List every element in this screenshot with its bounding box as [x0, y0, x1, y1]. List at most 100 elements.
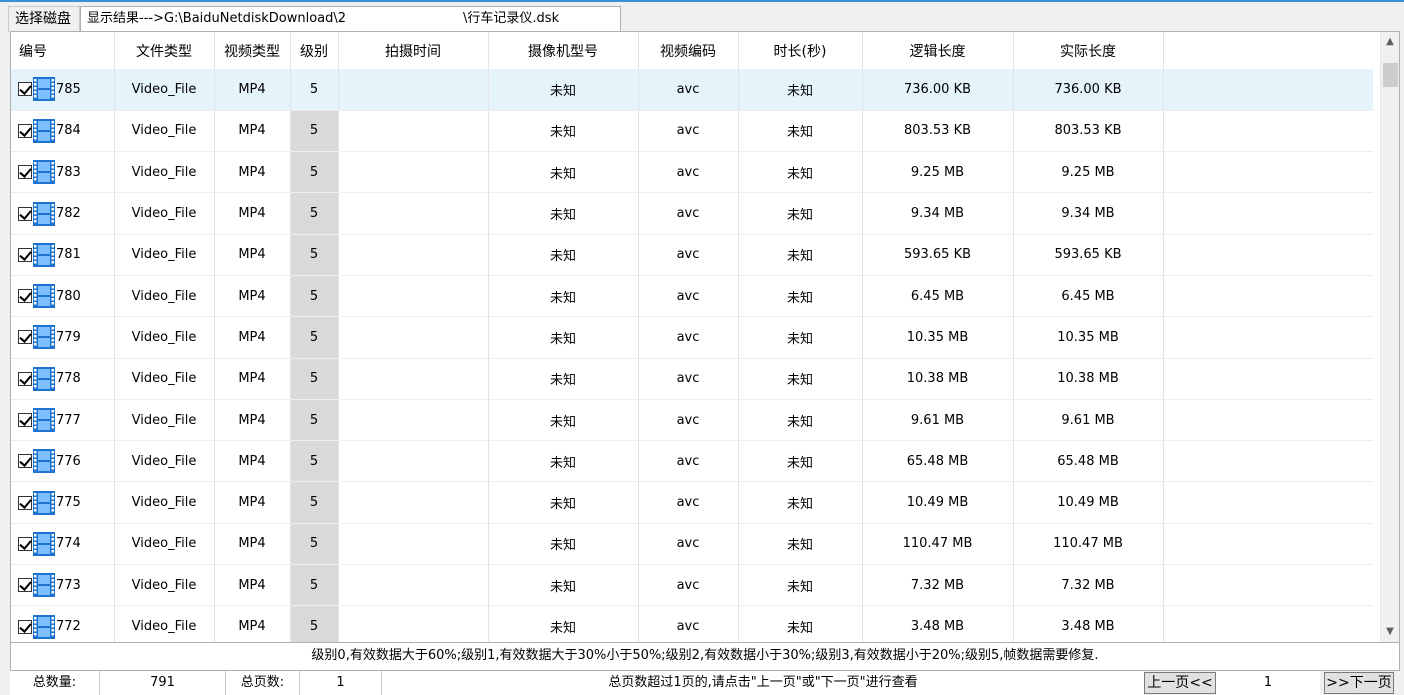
cell-duration: 未知 [738, 481, 863, 524]
checked-checkbox-icon[interactable] [18, 413, 32, 428]
column-header-codec[interactable]: 视频编码 [638, 32, 739, 69]
cell-actual-size: 9.61 MB [1013, 399, 1164, 442]
cell-codec: avc [638, 358, 739, 400]
cell-id[interactable]: 780 [11, 275, 115, 318]
vertical-scrollbar[interactable]: ▲ ▼ [1380, 32, 1399, 642]
table-row[interactable]: 774 Video_File MP4 5 未知 avc 未知 110.47 MB 110.47 … [11, 523, 1373, 566]
cell-shoot-time [338, 440, 489, 483]
table-row[interactable]: 775 Video_File MP4 5 未知 avc 未知 10.49 MB 10.49 MB [11, 481, 1373, 524]
table-row[interactable]: 776 Video_File MP4 5 未知 avc 未知 65.48 MB 65.48 MB [11, 440, 1373, 483]
cell-shoot-time [338, 523, 489, 566]
total-pages-value: 1 [300, 671, 382, 695]
paging-hint: 总页数超过1页的,请点击"上一页"或"下一页"进行查看 [382, 671, 1144, 695]
column-header-id[interactable]: 编号 [11, 32, 115, 69]
cell-shoot-time [338, 110, 489, 153]
cell-shoot-time [338, 358, 489, 400]
column-header-level[interactable]: 级别 [290, 32, 339, 69]
cell-duration: 未知 [738, 358, 863, 400]
cell-id[interactable]: 784 [11, 110, 115, 153]
level-legend: 级别0,有效数据大于60%;级别1,有效数据大于30%小于50%;级别2,有效数… [10, 643, 1400, 671]
cell-video-type: MP4 [214, 192, 291, 235]
column-header-shoot-time[interactable]: 拍摄时间 [338, 32, 489, 69]
column-header-video-type[interactable]: 视频类型 [214, 32, 291, 69]
checked-checkbox-icon[interactable] [18, 206, 32, 221]
cell-level: 5 [290, 358, 339, 400]
cell-id[interactable]: 785 [11, 69, 115, 111]
cell-filler [1163, 110, 1373, 153]
cell-id[interactable]: 782 [11, 192, 115, 235]
checked-checkbox-icon[interactable] [18, 123, 32, 138]
table-row[interactable]: 772 Video_File MP4 5 未知 avc 未知 3.48 MB 3.48 MB [11, 605, 1373, 642]
table-row[interactable]: 780 Video_File MP4 5 未知 avc 未知 6.45 MB 6.45 MB [11, 275, 1373, 318]
film-strip-icon [33, 77, 55, 102]
cell-file-type: Video_File [114, 234, 215, 276]
cell-file-type: Video_File [114, 523, 215, 566]
cell-codec: avc [638, 399, 739, 442]
cell-id[interactable]: 779 [11, 316, 115, 359]
column-header-camera-model[interactable]: 摄像机型号 [488, 32, 639, 69]
cell-id[interactable]: 783 [11, 151, 115, 194]
tab-results[interactable]: 显示结果--->G:\BaiduNetdiskDownload\2 \行车记录仪… [80, 6, 621, 33]
table-row[interactable]: 779 Video_File MP4 5 未知 avc 未知 10.35 MB 10.35 MB [11, 316, 1373, 359]
checked-checkbox-icon[interactable] [18, 578, 32, 593]
cell-camera-model: 未知 [488, 399, 639, 442]
checked-checkbox-icon[interactable] [18, 289, 32, 304]
cell-video-type: MP4 [214, 481, 291, 524]
cell-file-type: Video_File [114, 605, 215, 642]
checked-checkbox-icon[interactable] [18, 536, 32, 551]
cell-actual-size: 736.00 KB [1013, 69, 1164, 111]
row-id: 781 [56, 247, 81, 263]
cell-actual-size: 10.35 MB [1013, 316, 1164, 359]
scrollbar-thumb[interactable] [1383, 63, 1398, 87]
prev-page-button[interactable]: 上一页<< [1144, 672, 1216, 694]
cell-id[interactable]: 772 [11, 605, 115, 642]
table-row[interactable]: 777 Video_File MP4 5 未知 avc 未知 9.61 MB 9.61 MB [11, 399, 1373, 442]
cell-filler [1163, 399, 1373, 442]
cell-duration: 未知 [738, 69, 863, 111]
chevron-up-icon[interactable]: ▲ [1381, 32, 1399, 52]
cell-actual-size: 10.49 MB [1013, 481, 1164, 524]
table-row[interactable]: 784 Video_File MP4 5 未知 avc 未知 803.53 KB 803.53 … [11, 110, 1373, 153]
cell-actual-size: 9.25 MB [1013, 151, 1164, 194]
table-row[interactable]: 782 Video_File MP4 5 未知 avc 未知 9.34 MB 9.34 MB [11, 192, 1373, 235]
cell-video-type: MP4 [214, 358, 291, 400]
cell-id[interactable]: 778 [11, 358, 115, 400]
cell-id[interactable]: 776 [11, 440, 115, 483]
table-row[interactable]: 781 Video_File MP4 5 未知 avc 未知 593.65 KB 593.65 … [11, 234, 1373, 276]
chevron-down-icon[interactable]: ▼ [1381, 622, 1399, 642]
cell-video-type: MP4 [214, 234, 291, 276]
cell-id[interactable]: 773 [11, 564, 115, 607]
cell-shoot-time [338, 69, 489, 111]
table-row[interactable]: 778 Video_File MP4 5 未知 avc 未知 10.38 MB 10.38 MB [11, 358, 1373, 400]
checked-checkbox-icon[interactable] [18, 495, 32, 510]
checked-checkbox-icon[interactable] [18, 247, 32, 262]
tab-select-disk[interactable]: 选择磁盘 [8, 6, 80, 32]
next-page-button[interactable]: >>下一页 [1324, 672, 1394, 694]
checked-checkbox-icon[interactable] [18, 82, 32, 97]
cell-id[interactable]: 775 [11, 481, 115, 524]
current-page-number[interactable]: 1 [1216, 671, 1320, 695]
cell-level: 5 [290, 564, 339, 607]
cell-camera-model: 未知 [488, 69, 639, 111]
checked-checkbox-icon[interactable] [18, 371, 32, 386]
column-header-logical-size[interactable]: 逻辑长度 [862, 32, 1014, 69]
table-row[interactable]: 783 Video_File MP4 5 未知 avc 未知 9.25 MB 9.25 MB [11, 151, 1373, 194]
cell-codec: avc [638, 440, 739, 483]
cell-id[interactable]: 777 [11, 399, 115, 442]
checked-checkbox-icon[interactable] [18, 619, 32, 634]
checked-checkbox-icon[interactable] [18, 165, 32, 180]
checked-checkbox-icon[interactable] [18, 454, 32, 469]
checked-checkbox-icon[interactable] [18, 330, 32, 345]
cell-id[interactable]: 781 [11, 234, 115, 276]
column-header-duration[interactable]: 时长(秒) [738, 32, 863, 69]
cell-level: 5 [290, 69, 339, 111]
film-strip-icon [33, 449, 55, 474]
column-header-file-type[interactable]: 文件类型 [114, 32, 215, 69]
row-id: 779 [56, 329, 81, 345]
cell-video-type: MP4 [214, 605, 291, 642]
column-header-actual-size[interactable]: 实际长度 [1013, 32, 1164, 69]
cell-id[interactable]: 774 [11, 523, 115, 566]
cell-camera-model: 未知 [488, 440, 639, 483]
table-row[interactable]: 785 Video_File MP4 5 未知 avc 未知 736.00 KB 736.00 … [11, 69, 1373, 111]
table-row[interactable]: 773 Video_File MP4 5 未知 avc 未知 7.32 MB 7.32 MB [11, 564, 1373, 607]
